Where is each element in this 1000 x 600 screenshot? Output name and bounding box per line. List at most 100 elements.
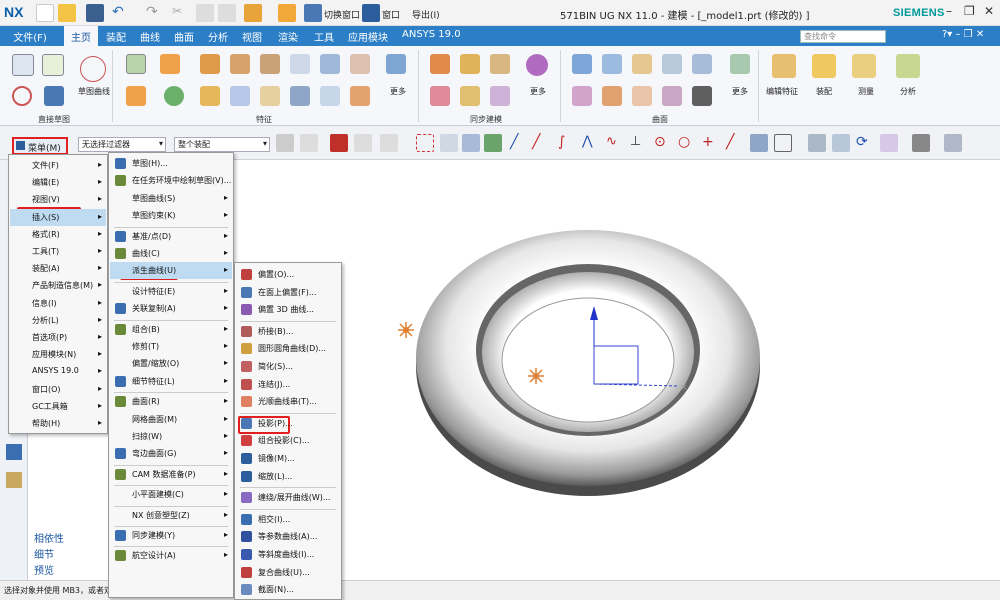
tab-tools[interactable]: 工具 xyxy=(314,29,334,44)
copy-icon[interactable] xyxy=(196,4,214,22)
split-icon[interactable] xyxy=(320,86,340,106)
shell-icon[interactable] xyxy=(260,86,280,106)
scope-dropdown[interactable]: 整个装配 ▾ xyxy=(174,137,270,152)
insert-menu-item[interactable]: 扫掠(W) ▸ xyxy=(110,428,232,445)
derived-curve-menu-item[interactable]: 光顺曲线串(T)... xyxy=(236,393,340,410)
boss-icon[interactable] xyxy=(230,54,250,74)
derived-curve-menu-item[interactable]: 偏置(O)... xyxy=(236,266,340,283)
move-face-icon[interactable] xyxy=(430,54,450,74)
insert-menu-item[interactable]: 派生曲线(U) ▸ xyxy=(110,262,232,280)
polyline-icon[interactable]: ⋀ xyxy=(582,134,600,152)
insert-menu-item[interactable]: 曲面(R) ▸ xyxy=(110,393,232,410)
ribbon-controls[interactable]: ?▾ – ❐ ✕ xyxy=(942,29,984,40)
main-menu-item[interactable]: 产品制造信息(M) ▸ xyxy=(10,277,106,294)
patch-icon[interactable] xyxy=(692,86,712,106)
open-folder-icon[interactable] xyxy=(58,4,76,22)
insert-menu-item[interactable]: 弯边曲面(G) ▸ xyxy=(110,445,232,462)
delete-face-icon[interactable] xyxy=(430,86,450,106)
switch-window-icon[interactable] xyxy=(304,4,322,22)
insert-menu-item[interactable]: NX 创意塑型(Z) ▸ xyxy=(110,507,232,524)
analysis-icon[interactable] xyxy=(896,54,920,78)
line-red-icon[interactable]: ╱ xyxy=(532,134,550,152)
main-menu-item[interactable]: 编辑(E) ▸ xyxy=(10,174,106,191)
surface-more-button[interactable]: 更多 xyxy=(732,86,748,97)
rotate-icon[interactable]: ⟳ xyxy=(856,134,874,152)
circle-point-icon[interactable]: ○ xyxy=(678,134,696,152)
insert-menu-item[interactable]: 组合(B) ▸ xyxy=(110,321,232,338)
derived-curve-menu-item[interactable]: 截面(N)... xyxy=(236,581,340,598)
derived-curve-menu-item[interactable]: 组合投影(C)... xyxy=(236,432,340,449)
tab-curve[interactable]: 曲线 xyxy=(140,29,160,44)
derived-curve-menu-item[interactable]: 圆形圆角曲线(D)... xyxy=(236,340,340,357)
replace-face-icon[interactable] xyxy=(526,54,548,76)
derived-curve-menu-item[interactable]: 缠绕/展开曲线(W)... xyxy=(236,489,340,506)
main-menu-item[interactable]: 帮助(H) ▸ xyxy=(10,415,106,432)
insert-menu-item[interactable]: 在任务环境中绘制草图(V)... xyxy=(110,172,232,189)
cross-point-icon[interactable]: + xyxy=(702,134,720,152)
derived-curve-menu-item[interactable]: 等参数曲线(A)... xyxy=(236,528,340,545)
analysis-label[interactable]: 分析 xyxy=(900,86,916,97)
insert-menu-item[interactable]: 小平面建模(C) ▸ xyxy=(110,486,232,503)
main-menu-item[interactable]: GC工具箱 ▸ xyxy=(10,398,106,415)
tab-ansys[interactable]: ANSYS 19.0 xyxy=(402,29,461,40)
main-menu-item[interactable]: 信息(I) ▸ xyxy=(10,295,106,312)
sketch-icon[interactable] xyxy=(12,54,34,76)
nav-tab-preview[interactable]: 预览 xyxy=(34,562,54,577)
extend-sheet-icon[interactable] xyxy=(602,86,622,106)
main-menu-item[interactable]: 分析(L) ▸ xyxy=(10,312,106,329)
insert-menu-item[interactable]: 偏置/缩放(O) ▸ xyxy=(110,355,232,372)
derived-curve-menu-item[interactable]: 相交(I)... xyxy=(236,511,340,528)
feature-more-button[interactable]: 更多 xyxy=(390,86,406,97)
arc-icon[interactable]: ∫ xyxy=(558,134,576,152)
sphere-icon[interactable] xyxy=(164,86,184,106)
trim-body-icon[interactable] xyxy=(290,86,310,106)
derived-curve-menu-item[interactable]: 缩放(L)... xyxy=(236,468,340,485)
spline-icon[interactable]: ∿ xyxy=(606,134,624,152)
assembly-label[interactable]: 装配 xyxy=(816,86,832,97)
line-icon[interactable]: ╱ xyxy=(510,134,528,152)
tab-surface[interactable]: 曲面 xyxy=(174,29,194,44)
main-menu-item[interactable]: 文件(F) ▸ xyxy=(10,157,106,174)
tab-assembly[interactable]: 装配 xyxy=(106,29,126,44)
insert-menu-item[interactable]: 草图(H)... xyxy=(110,155,232,172)
n-sided-icon[interactable] xyxy=(692,54,712,74)
sew-icon[interactable] xyxy=(662,86,682,106)
resize-blend-icon[interactable] xyxy=(460,86,480,106)
main-menu-item[interactable]: 应用模块(N) ▸ xyxy=(10,346,106,363)
chamfer-icon[interactable] xyxy=(230,86,250,106)
main-menu-item[interactable]: 工具(T) ▸ xyxy=(10,243,106,260)
insert-menu-item[interactable]: 细节特征(L) ▸ xyxy=(110,373,232,390)
tab-render[interactable]: 渲染 xyxy=(278,29,298,44)
derived-curve-menu-item[interactable]: 在面上偏置(F)... xyxy=(236,284,340,301)
insert-menu-item[interactable]: 草图曲线(S) ▸ xyxy=(110,190,232,207)
menu-button[interactable]: 菜单(M) ▾ xyxy=(12,137,68,163)
array-icon[interactable] xyxy=(320,54,340,74)
main-menu-item[interactable]: 首选项(P) ▸ xyxy=(10,329,106,346)
insert-menu-item[interactable]: 关联复制(A) ▸ xyxy=(110,300,232,317)
maximize-icon[interactable]: ❐ xyxy=(964,4,975,18)
selection-tool-icon[interactable] xyxy=(354,134,372,152)
tab-applications[interactable]: 应用模块 xyxy=(348,29,388,44)
sync-more-button[interactable]: 更多 xyxy=(530,86,546,97)
minimize-icon[interactable]: – xyxy=(946,4,952,18)
new-file-icon[interactable] xyxy=(36,4,54,22)
pattern-icon[interactable] xyxy=(290,54,310,74)
view-orient-icon[interactable] xyxy=(880,134,898,152)
main-menu-item[interactable]: 装配(A) ▸ xyxy=(10,260,106,277)
main-menu-item[interactable]: 视图(V) ▸ xyxy=(10,191,106,208)
insert-menu-item[interactable]: 设计特征(E) ▸ xyxy=(110,283,232,300)
derived-curve-menu-item[interactable]: 复合曲线(U)... xyxy=(236,564,340,581)
offset-region-icon[interactable] xyxy=(490,54,510,74)
insert-menu-item[interactable]: 基准/点(D) ▸ xyxy=(110,228,232,245)
window-icon[interactable] xyxy=(362,4,380,22)
insert-menu-item[interactable]: 修剪(T) ▸ xyxy=(110,338,232,355)
cut-icon[interactable]: ✂ xyxy=(172,4,190,22)
view-tools-icon[interactable] xyxy=(944,134,962,152)
main-menu-item[interactable]: ANSYS 19.0 ▸ xyxy=(10,363,106,380)
nav-tab-details[interactable]: 细节 xyxy=(34,546,54,561)
datum-plane-icon[interactable] xyxy=(126,54,146,74)
zoom-icon[interactable] xyxy=(832,134,850,152)
command-icon[interactable] xyxy=(244,4,262,22)
derived-curve-menu-item[interactable]: 偏置 3D 曲线... xyxy=(236,301,340,318)
unite-icon[interactable] xyxy=(386,54,406,74)
